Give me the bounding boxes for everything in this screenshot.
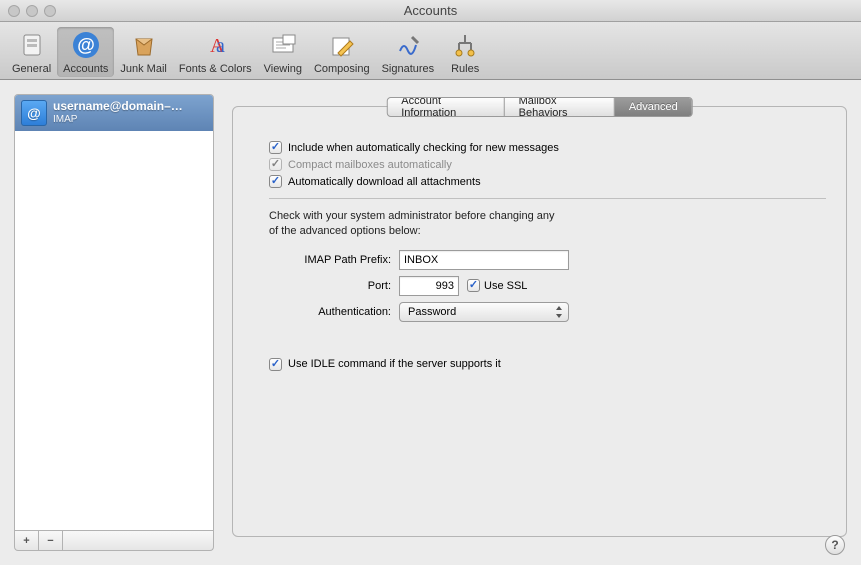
compact-label: Compact mailboxes automatically bbox=[288, 159, 452, 171]
checkbox-use-ssl[interactable] bbox=[467, 279, 480, 292]
remove-account-button[interactable]: − bbox=[39, 531, 63, 550]
auth-value: Password bbox=[408, 306, 456, 318]
auth-row: Authentication: Password bbox=[269, 302, 826, 322]
panel-tabs: Account Information Mailbox Behaviors Ad… bbox=[386, 97, 693, 117]
port-row: Port: Use SSL bbox=[269, 276, 826, 296]
checkbox-compact bbox=[269, 158, 282, 171]
accounts-sidebar: @ username@domain–… IMAP + − bbox=[14, 94, 214, 551]
use-ssl-label: Use SSL bbox=[484, 280, 527, 292]
account-type: IMAP bbox=[53, 114, 183, 126]
port-label: Port: bbox=[269, 280, 399, 292]
toolbar-accounts[interactable]: @ Accounts bbox=[57, 27, 114, 77]
toolbar-label: Junk Mail bbox=[120, 63, 166, 75]
main-panel-area: Account Information Mailbox Behaviors Ad… bbox=[232, 94, 847, 551]
toolbar-general[interactable]: General bbox=[6, 27, 57, 77]
switch-icon bbox=[16, 29, 48, 61]
checkbox-idle[interactable] bbox=[269, 358, 282, 371]
content-area: @ username@domain–… IMAP + − Account Inf… bbox=[0, 80, 861, 565]
viewing-icon bbox=[267, 29, 299, 61]
imap-prefix-label: IMAP Path Prefix: bbox=[269, 254, 399, 266]
toolbar-label: Rules bbox=[451, 63, 479, 75]
account-list-footer: + − bbox=[14, 531, 214, 551]
preferences-toolbar: General @ Accounts Junk Mail Aa Fonts & … bbox=[0, 22, 861, 80]
imap-prefix-row: IMAP Path Prefix: bbox=[269, 250, 826, 270]
auth-select[interactable]: Password bbox=[399, 302, 569, 322]
settings-panel: Account Information Mailbox Behaviors Ad… bbox=[232, 106, 847, 537]
toolbar-label: Signatures bbox=[382, 63, 435, 75]
include-check-label: Include when automatically checking for … bbox=[288, 142, 559, 154]
imap-prefix-input[interactable] bbox=[399, 250, 569, 270]
toolbar-label: Viewing bbox=[264, 63, 302, 75]
help-button[interactable]: ? bbox=[825, 535, 845, 555]
account-row[interactable]: @ username@domain–… IMAP bbox=[15, 95, 213, 131]
signature-icon bbox=[392, 29, 424, 61]
titlebar: Accounts bbox=[0, 0, 861, 22]
admin-hint: Check with your system administrator bef… bbox=[269, 209, 649, 240]
toolbar-label: Composing bbox=[314, 63, 370, 75]
account-name: username@domain–… bbox=[53, 100, 183, 114]
compose-icon bbox=[326, 29, 358, 61]
hint-line1: Check with your system administrator bef… bbox=[269, 210, 555, 222]
divider bbox=[269, 198, 826, 199]
add-account-button[interactable]: + bbox=[15, 531, 39, 550]
compact-row: Compact mailboxes automatically bbox=[269, 158, 826, 171]
toolbar-junk-mail[interactable]: Junk Mail bbox=[114, 27, 172, 77]
checkbox-autodl[interactable] bbox=[269, 175, 282, 188]
toolbar-fonts-colors[interactable]: Aa Fonts & Colors bbox=[173, 27, 258, 77]
auth-label: Authentication: bbox=[269, 306, 399, 318]
advanced-panel: Include when automatically checking for … bbox=[253, 131, 826, 371]
svg-text:@: @ bbox=[77, 35, 95, 55]
fonts-icon: Aa bbox=[199, 29, 231, 61]
include-check-row[interactable]: Include when automatically checking for … bbox=[269, 141, 826, 154]
toolbar-label: Accounts bbox=[63, 63, 108, 75]
idle-label: Use IDLE command if the server supports … bbox=[288, 358, 501, 370]
hint-line2: of the advanced options below: bbox=[269, 225, 421, 237]
tab-mailbox-behaviors[interactable]: Mailbox Behaviors bbox=[505, 98, 615, 116]
autodl-row[interactable]: Automatically download all attachments bbox=[269, 175, 826, 188]
toolbar-rules[interactable]: Rules bbox=[440, 27, 490, 77]
junk-icon bbox=[128, 29, 160, 61]
account-list[interactable]: @ username@domain–… IMAP bbox=[14, 94, 214, 531]
footer-spacer bbox=[63, 531, 213, 550]
toolbar-signatures[interactable]: Signatures bbox=[376, 27, 441, 77]
toolbar-composing[interactable]: Composing bbox=[308, 27, 376, 77]
toolbar-label: Fonts & Colors bbox=[179, 63, 252, 75]
toolbar-viewing[interactable]: Viewing bbox=[258, 27, 308, 77]
window-title: Accounts bbox=[0, 3, 861, 18]
rules-icon bbox=[449, 29, 481, 61]
tab-advanced[interactable]: Advanced bbox=[615, 98, 692, 116]
autodl-label: Automatically download all attachments bbox=[288, 176, 481, 188]
at-icon: @ bbox=[70, 29, 102, 61]
svg-text:a: a bbox=[216, 35, 225, 57]
toolbar-label: General bbox=[12, 63, 51, 75]
tab-account-information[interactable]: Account Information bbox=[387, 98, 504, 116]
port-input[interactable] bbox=[399, 276, 459, 296]
svg-text:@: @ bbox=[27, 105, 41, 121]
checkbox-include[interactable] bbox=[269, 141, 282, 154]
at-icon: @ bbox=[21, 100, 47, 126]
idle-row[interactable]: Use IDLE command if the server supports … bbox=[269, 358, 826, 371]
account-text: username@domain–… IMAP bbox=[53, 100, 183, 125]
